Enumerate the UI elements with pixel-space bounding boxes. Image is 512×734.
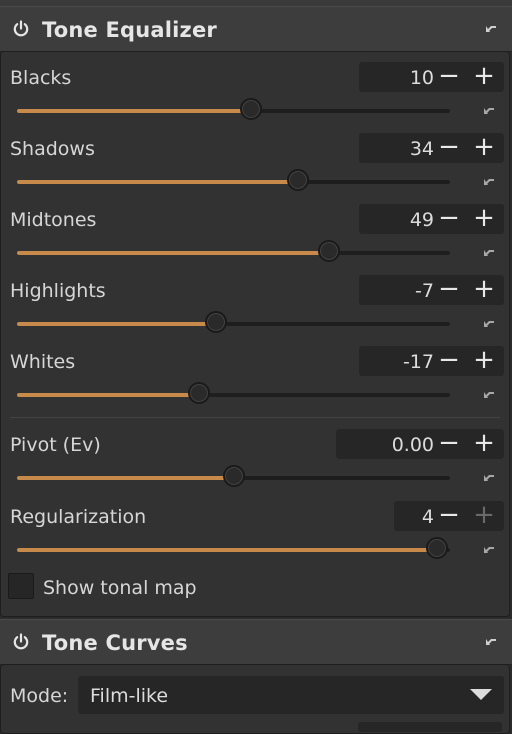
plus-icon[interactable]: + — [469, 133, 499, 163]
pivot-slider-handle[interactable] — [222, 465, 245, 487]
reset-icon[interactable] — [482, 472, 496, 486]
pivot-value: 0.00 — [391, 434, 434, 456]
minus-icon[interactable]: − — [434, 204, 464, 234]
mode-label: Mode: — [10, 685, 69, 707]
regularization-value: 4 — [421, 506, 434, 528]
shadows-value: 34 — [409, 138, 434, 160]
whites-label: Whites — [10, 351, 76, 373]
pivot-slider[interactable] — [17, 465, 450, 487]
reset-icon[interactable] — [482, 176, 496, 190]
mode-value: Film-like — [90, 685, 169, 707]
minus-icon[interactable]: − — [434, 501, 464, 531]
shadows-slider[interactable] — [17, 169, 450, 191]
plus-icon[interactable]: + — [469, 62, 499, 92]
plus-icon[interactable]: + — [469, 204, 499, 234]
show-tonal-map-label: Show tonal map — [43, 577, 197, 599]
divider — [10, 417, 500, 418]
minus-icon[interactable]: − — [434, 429, 464, 459]
plus-icon[interactable]: + — [469, 501, 499, 531]
reset-icon[interactable] — [482, 247, 496, 261]
midtones-slider[interactable] — [17, 240, 450, 262]
midtones-slider-handle[interactable] — [317, 240, 340, 262]
whites-slider-fill — [17, 393, 199, 397]
plus-icon[interactable]: + — [469, 429, 499, 459]
whites-slider[interactable] — [17, 382, 450, 404]
minus-icon[interactable]: − — [434, 346, 464, 376]
plus-icon[interactable]: + — [469, 275, 499, 305]
reset-icon[interactable] — [482, 544, 496, 558]
minus-icon[interactable]: − — [434, 62, 464, 92]
regularization-slider[interactable] — [17, 537, 450, 559]
blacks-slider[interactable] — [17, 98, 450, 120]
whites-value: -17 — [402, 351, 434, 373]
reset-icon[interactable] — [484, 636, 498, 650]
pivot-label: Pivot (Ev) — [10, 434, 101, 456]
regularization-slider-fill — [17, 548, 437, 552]
power-icon[interactable] — [12, 20, 30, 38]
reset-icon[interactable] — [484, 23, 498, 37]
blacks-value: 10 — [409, 67, 434, 89]
blacks-slider-handle[interactable] — [239, 98, 262, 120]
whites-slider-handle[interactable] — [187, 382, 210, 404]
reset-icon[interactable] — [482, 318, 496, 332]
midtones-slider-fill — [17, 251, 329, 255]
minus-icon[interactable]: − — [434, 275, 464, 305]
pivot-slider-fill — [17, 476, 234, 480]
power-icon[interactable] — [12, 633, 30, 651]
regularization-slider-handle[interactable] — [426, 537, 448, 559]
highlights-slider-fill — [17, 322, 217, 326]
plus-icon[interactable]: + — [469, 346, 499, 376]
partial-control — [358, 722, 502, 732]
highlights-label: Highlights — [10, 280, 106, 302]
module-title: Tone Equalizer — [42, 18, 217, 42]
tone-curves-header[interactable]: Tone Curves — [0, 619, 512, 665]
midtones-label: Midtones — [10, 209, 97, 231]
tone-equalizer-header[interactable]: Tone Equalizer — [0, 6, 512, 52]
highlights-slider-handle[interactable] — [205, 311, 228, 333]
show-tonal-map-checkbox[interactable] — [8, 573, 34, 599]
midtones-value: 49 — [409, 209, 434, 231]
module-title: Tone Curves — [42, 631, 188, 655]
highlights-value: -7 — [415, 280, 434, 302]
shadows-slider-fill — [17, 180, 299, 184]
regularization-label: Regularization — [10, 506, 147, 528]
chevron-down-icon[interactable] — [470, 689, 492, 700]
blacks-label: Blacks — [10, 67, 72, 89]
reset-icon[interactable] — [482, 389, 496, 403]
reset-icon[interactable] — [482, 105, 496, 119]
blacks-slider-fill — [17, 109, 251, 113]
shadows-label: Shadows — [10, 138, 95, 160]
highlights-slider[interactable] — [17, 311, 450, 333]
minus-icon[interactable]: − — [434, 133, 464, 163]
